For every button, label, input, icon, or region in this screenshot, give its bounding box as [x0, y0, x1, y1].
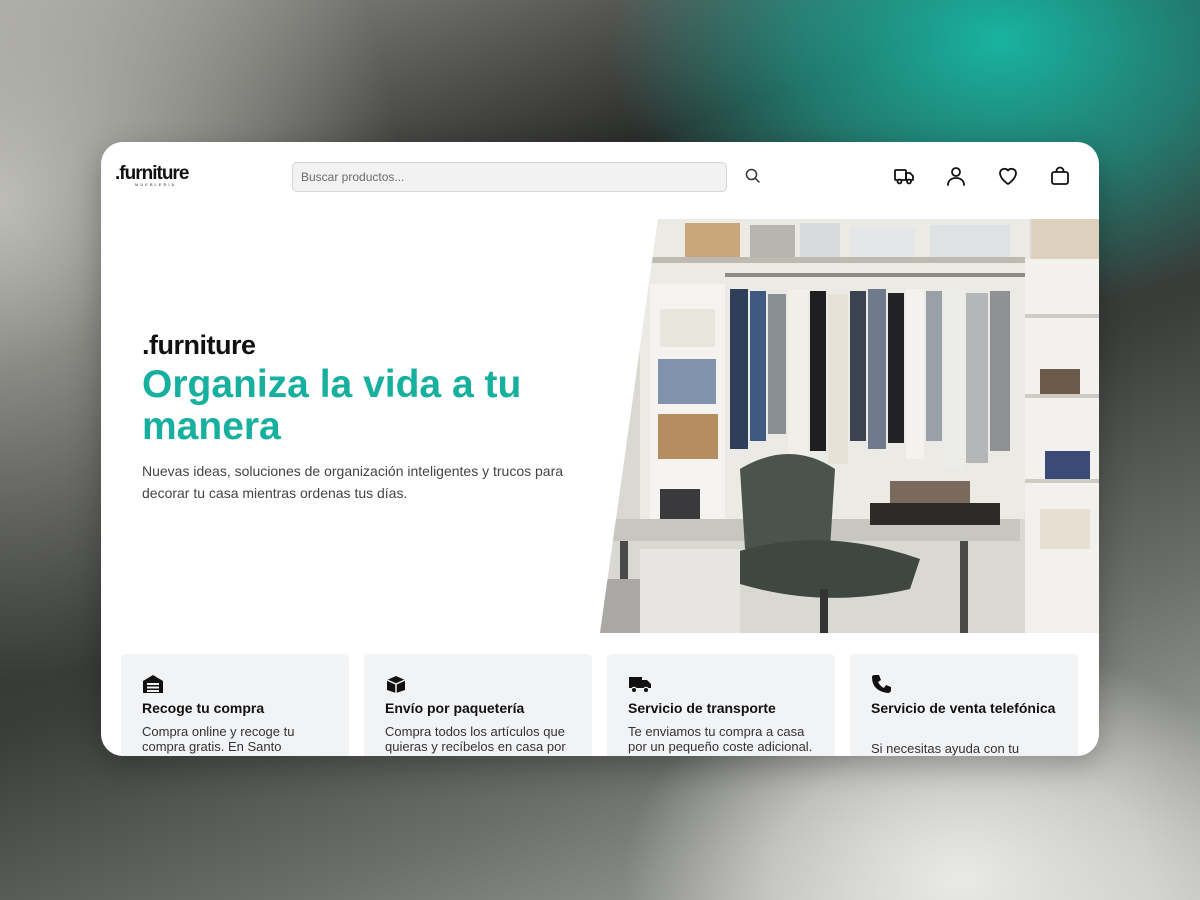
truck-icon — [628, 674, 651, 694]
service-text: Compra todos los artículos que quieras y… — [385, 724, 566, 754]
service-title: Recoge tu compra — [142, 700, 265, 716]
wishlist-heart-icon[interactable] — [996, 164, 1020, 188]
service-card-pickup[interactable]: Recoge tu compra Compra online y recoge … — [121, 654, 349, 756]
service-title: Servicio de venta telefónica — [871, 700, 1056, 716]
site-logo[interactable]: .furniture — [115, 164, 189, 183]
site-logo-subtitle: MUEBLERIA — [135, 182, 177, 187]
service-card-phone-sales[interactable]: Servicio de venta telefónica Si necesita… — [850, 654, 1078, 756]
search-input[interactable] — [293, 163, 709, 191]
closet-hero-image — [600, 219, 1099, 633]
hero-description: Nuevas ideas, soluciones de organización… — [142, 463, 564, 501]
search-icon[interactable] — [743, 166, 763, 186]
service-title: Servicio de transporte — [628, 700, 776, 716]
search-box — [292, 162, 727, 192]
user-account-icon[interactable] — [944, 164, 968, 188]
service-text: Te enviamos tu compra a casa por un pequ… — [628, 724, 813, 754]
phone-icon — [871, 674, 893, 694]
service-card-parcel[interactable]: Envío por paquetería Compra todos los ar… — [364, 654, 592, 756]
shopping-bag-icon[interactable] — [1048, 164, 1072, 188]
box-icon — [385, 674, 407, 694]
service-text: Compra online y recoge tu compra gratis.… — [142, 724, 295, 754]
service-title: Envío por paquetería — [385, 700, 525, 716]
service-card-transport[interactable]: Servicio de transporte Te enviamos tu co… — [607, 654, 835, 756]
hero-brand: .furniture — [142, 330, 256, 360]
browser-card: .furniture MUEBLERIA .furniture Organiza… — [101, 142, 1099, 756]
warehouse-icon — [142, 674, 164, 694]
delivery-truck-icon[interactable] — [892, 164, 916, 188]
hero-title: Organiza la vida a tu manera — [142, 363, 522, 448]
service-text: Si necesitas ayuda con tu compra… — [871, 741, 1020, 756]
